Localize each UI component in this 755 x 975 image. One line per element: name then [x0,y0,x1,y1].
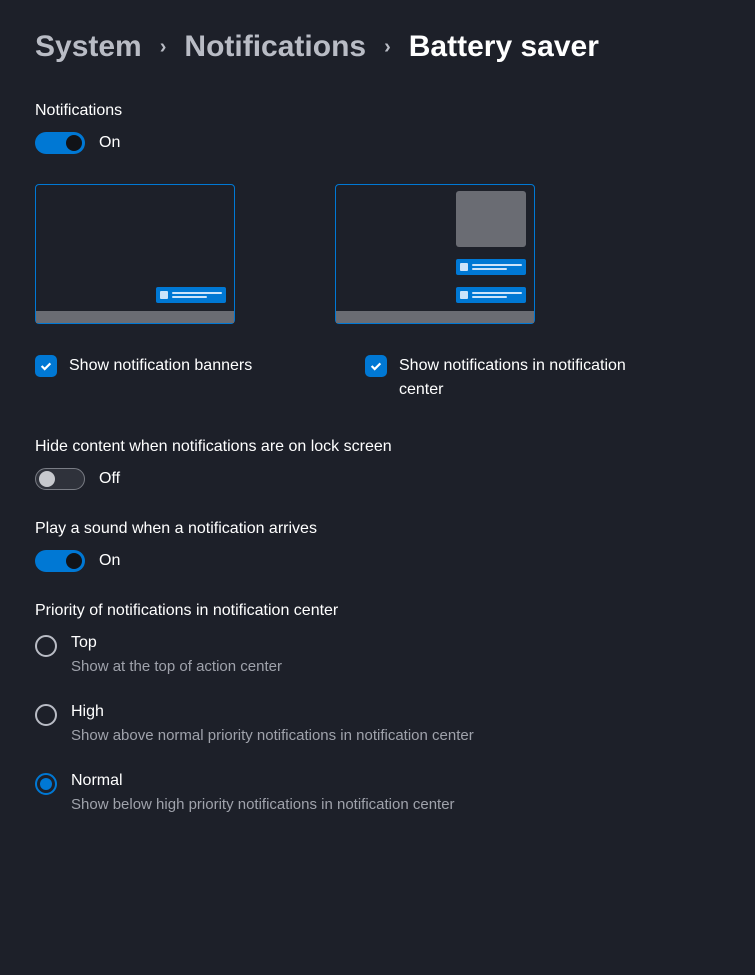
breadcrumb-current: Battery saver [409,30,599,64]
priority-top-desc: Show at the top of action center [71,658,282,675]
preview-center-card[interactable] [335,184,535,324]
priority-radio-top[interactable]: Top Show at the top of action center [35,634,720,675]
breadcrumb-system[interactable]: System [35,30,142,64]
priority-high-label: High [71,703,474,721]
priority-normal-desc: Show below high priority notifications i… [71,796,455,813]
notifications-toggle-state: On [99,134,120,152]
priority-top-label: Top [71,634,282,652]
preview-banner-card[interactable] [35,184,235,324]
priority-normal-label: Normal [71,772,455,790]
priority-label: Priority of notifications in notificatio… [35,602,720,620]
check-icon [369,359,383,373]
play-sound-toggle-state: On [99,552,120,570]
show-banners-checkbox[interactable] [35,355,57,377]
show-center-label: Show notifications in notification cente… [399,354,635,402]
breadcrumb: System › Notifications › Battery saver [35,30,720,64]
notifications-toggle[interactable] [35,132,85,154]
hide-content-toggle-state: Off [99,470,120,488]
hide-content-toggle[interactable] [35,468,85,490]
show-center-checkbox[interactable] [365,355,387,377]
priority-radio-normal[interactable]: Normal Show below high priority notifica… [35,772,720,813]
breadcrumb-notifications[interactable]: Notifications [184,30,366,64]
notifications-label: Notifications [35,102,720,120]
chevron-right-icon: › [384,36,391,59]
play-sound-label: Play a sound when a notification arrives [35,520,720,538]
chevron-right-icon: › [160,36,167,59]
play-sound-toggle[interactable] [35,550,85,572]
check-icon [39,359,53,373]
priority-radio-high[interactable]: High Show above normal priority notifica… [35,703,720,744]
priority-high-desc: Show above normal priority notifications… [71,727,474,744]
hide-content-label: Hide content when notifications are on l… [35,438,720,456]
show-banners-label: Show notification banners [69,354,252,378]
